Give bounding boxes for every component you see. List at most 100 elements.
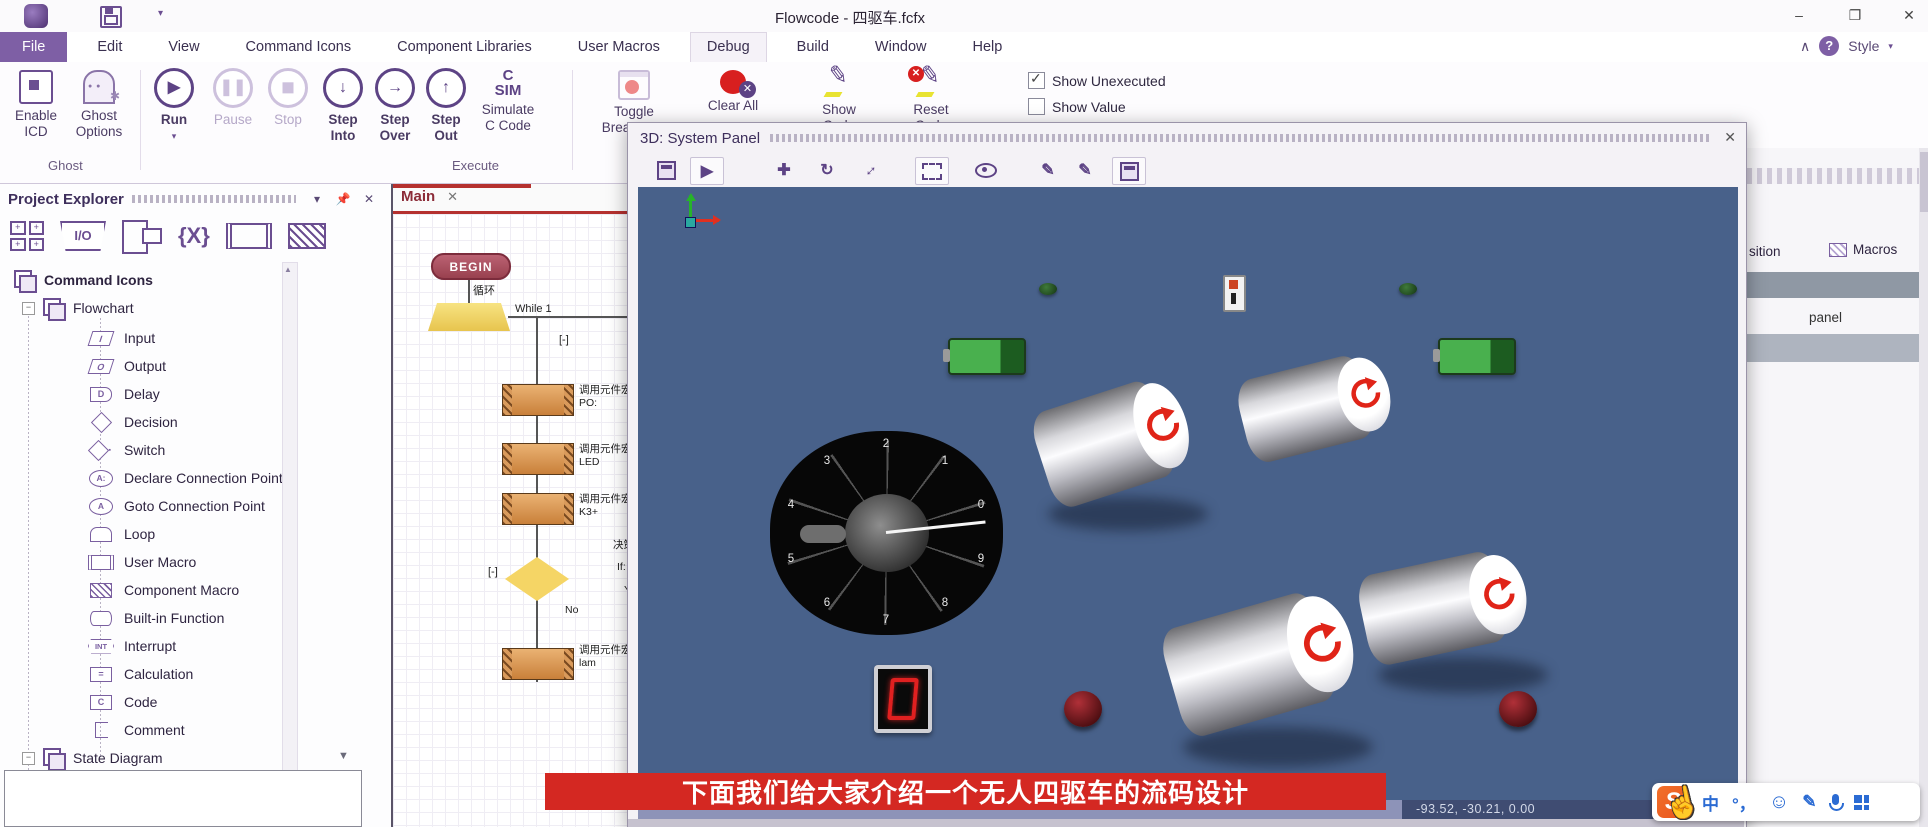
explorer-scrollbar[interactable] [282, 262, 298, 827]
menu-component-libraries[interactable]: Component Libraries [381, 32, 548, 62]
app-icon[interactable] [24, 4, 48, 28]
collapse-marker[interactable]: [-] [488, 566, 498, 578]
project-explorer-header[interactable]: Project Explorer ▾ 📌 ✕ [0, 186, 378, 212]
close-button[interactable]: ✕ [1894, 4, 1924, 26]
show-unexecuted-checkbox[interactable]: Show Unexecuted [1028, 72, 1166, 89]
ime-toolbox-icon[interactable] [1854, 795, 1869, 810]
clear-all-breakpoints-button[interactable]: Clear All [700, 70, 766, 114]
orbit-view-icon[interactable]: ↻ [811, 157, 843, 183]
flowchart-decision-node[interactable] [505, 557, 569, 601]
step-into-button[interactable]: ↓ Step Into [320, 68, 366, 144]
restore-button[interactable]: ❐ [1840, 4, 1870, 26]
tree-node-state-diagram[interactable]: − State Diagram [22, 748, 162, 768]
visibility-eye-icon[interactable] [970, 157, 1002, 183]
panel-row-band[interactable] [1747, 272, 1919, 298]
ime-microphone-icon[interactable] [1829, 794, 1841, 810]
quick-access-caret-icon[interactable]: ▾ [158, 8, 163, 19]
ime-punctuation-toggle[interactable]: °， [1732, 790, 1756, 815]
push-button-red[interactable] [1064, 691, 1102, 727]
run-button[interactable]: ▶ Run ▾ [152, 68, 196, 144]
dc-motor[interactable] [1354, 544, 1535, 668]
panel-row-band-selected[interactable] [1747, 334, 1919, 362]
pause-button[interactable]: ❚❚ Pause [208, 68, 258, 128]
battery-module[interactable] [948, 338, 1026, 375]
flowchart-component-macro-node[interactable] [502, 443, 574, 475]
io-icon[interactable]: I/O [60, 221, 106, 251]
minimize-button[interactable]: – [1784, 4, 1814, 26]
stop-button[interactable]: ◼ Stop [266, 68, 310, 128]
panel-close-icon[interactable]: ✕ [360, 192, 378, 206]
tree-item-interrupt[interactable]: INTInterrupt [86, 636, 176, 656]
tab-main[interactable]: Main ✕ [401, 188, 458, 205]
menu-view[interactable]: View [152, 32, 215, 62]
help-icon[interactable]: ? [1819, 36, 1839, 56]
play-simulation-icon[interactable]: ▶ [690, 157, 724, 185]
menu-help[interactable]: Help [956, 32, 1018, 62]
3d-panel-titlebar[interactable]: 3D: System Panel [628, 123, 1746, 153]
flowchart-loop-node[interactable] [428, 303, 510, 331]
tree-item-component-macro[interactable]: Component Macro [86, 580, 239, 600]
seven-segment-display[interactable]: 0 [874, 665, 932, 733]
tree-item-built-in-function[interactable]: Built-in Function [86, 608, 224, 628]
dc-motor[interactable] [1233, 347, 1399, 466]
tree-item-code[interactable]: CCode [86, 692, 157, 712]
tree-node-flowchart[interactable]: − Flowchart [22, 298, 134, 318]
rotary-dial[interactable] [770, 431, 1003, 635]
windows-icon[interactable] [122, 220, 162, 252]
collapse-marker[interactable]: [-] [559, 334, 569, 346]
dc-motor[interactable] [1027, 370, 1201, 511]
tree-item-delay[interactable]: DDelay [86, 384, 160, 404]
tree-item-output[interactable]: OOutput [86, 356, 166, 376]
user-macro-toolbar-icon[interactable] [226, 223, 272, 249]
tab-close-icon[interactable]: ✕ [447, 189, 458, 205]
enable-icd-button[interactable]: Enable ICD [8, 70, 64, 140]
green-led[interactable] [1039, 283, 1057, 295]
ime-pen-icon[interactable]: ✎ [1802, 792, 1816, 812]
style-button[interactable]: Style [1848, 38, 1879, 54]
flowchart-component-macro-node[interactable] [502, 493, 574, 525]
menu-command-icons[interactable]: Command Icons [230, 32, 368, 62]
add-shape-icon[interactable] [1112, 157, 1146, 185]
show-value-checkbox[interactable]: Show Value [1028, 98, 1126, 115]
flowchart-begin-node[interactable]: BEGIN [431, 253, 511, 280]
tree-root-command-icons[interactable]: Command Icons [14, 270, 153, 290]
flowchart-component-macro-node[interactable] [502, 384, 574, 416]
toggle-switch[interactable] [1223, 275, 1246, 312]
save-icon[interactable] [100, 6, 122, 28]
tree-item-input[interactable]: IInput [86, 328, 155, 348]
step-over-button[interactable]: → Step Over [372, 68, 418, 144]
right-panel-scrollbar[interactable] [1919, 148, 1928, 827]
system-panel-icon[interactable] [650, 157, 682, 183]
push-button-red[interactable] [1499, 691, 1537, 727]
menu-edit[interactable]: Edit [81, 32, 138, 62]
dc-motor[interactable] [1157, 582, 1366, 741]
tree-dropdown-icon[interactable]: ▼ [338, 750, 349, 762]
pan-view-icon[interactable]: ✚ [768, 157, 800, 183]
collapse-box-icon[interactable]: − [22, 302, 35, 315]
zoom-extents-icon[interactable]: ↔ [854, 157, 886, 183]
tree-item-goto-connection-point[interactable]: AGoto Connection Point [86, 496, 265, 516]
tree-item-user-macro[interactable]: User Macro [86, 552, 196, 572]
menu-build[interactable]: Build [781, 32, 845, 62]
menu-file[interactable]: File [0, 32, 67, 62]
panel-drag-texture[interactable] [1747, 168, 1928, 184]
flowchart-component-macro-node[interactable] [502, 648, 574, 680]
simulate-c-code-button[interactable]: C SIM Simulate C Code [476, 68, 540, 134]
draw-line-alt-icon[interactable]: ✎ [1069, 157, 1101, 183]
collapse-box-icon[interactable]: − [22, 752, 35, 765]
3d-panel-close-icon[interactable]: ✕ [1724, 129, 1736, 146]
3d-scene-viewport[interactable]: 0 1 2 3 4 5 6 7 8 9 0 -93.52, -30.21, 0.… [638, 187, 1738, 819]
component-macro-toolbar-icon[interactable] [288, 223, 326, 249]
tree-item-calculation[interactable]: =Calculation [86, 664, 193, 684]
battery-module[interactable] [1438, 338, 1516, 375]
tree-item-comment[interactable]: Comment [86, 720, 185, 740]
pin-icon[interactable]: 📌 [334, 192, 352, 206]
select-box-icon[interactable] [915, 157, 949, 185]
tree-item-loop[interactable]: Loop [86, 524, 155, 544]
collapse-ribbon-icon[interactable]: ∧ [1800, 38, 1810, 55]
ime-emoji-icon[interactable]: ☺ [1769, 791, 1789, 814]
drag-texture[interactable] [770, 134, 1712, 142]
panel-dropdown-icon[interactable]: ▾ [308, 192, 326, 206]
tree-item-decision[interactable]: Decision [86, 412, 178, 432]
menu-debug[interactable]: Debug [690, 32, 767, 62]
